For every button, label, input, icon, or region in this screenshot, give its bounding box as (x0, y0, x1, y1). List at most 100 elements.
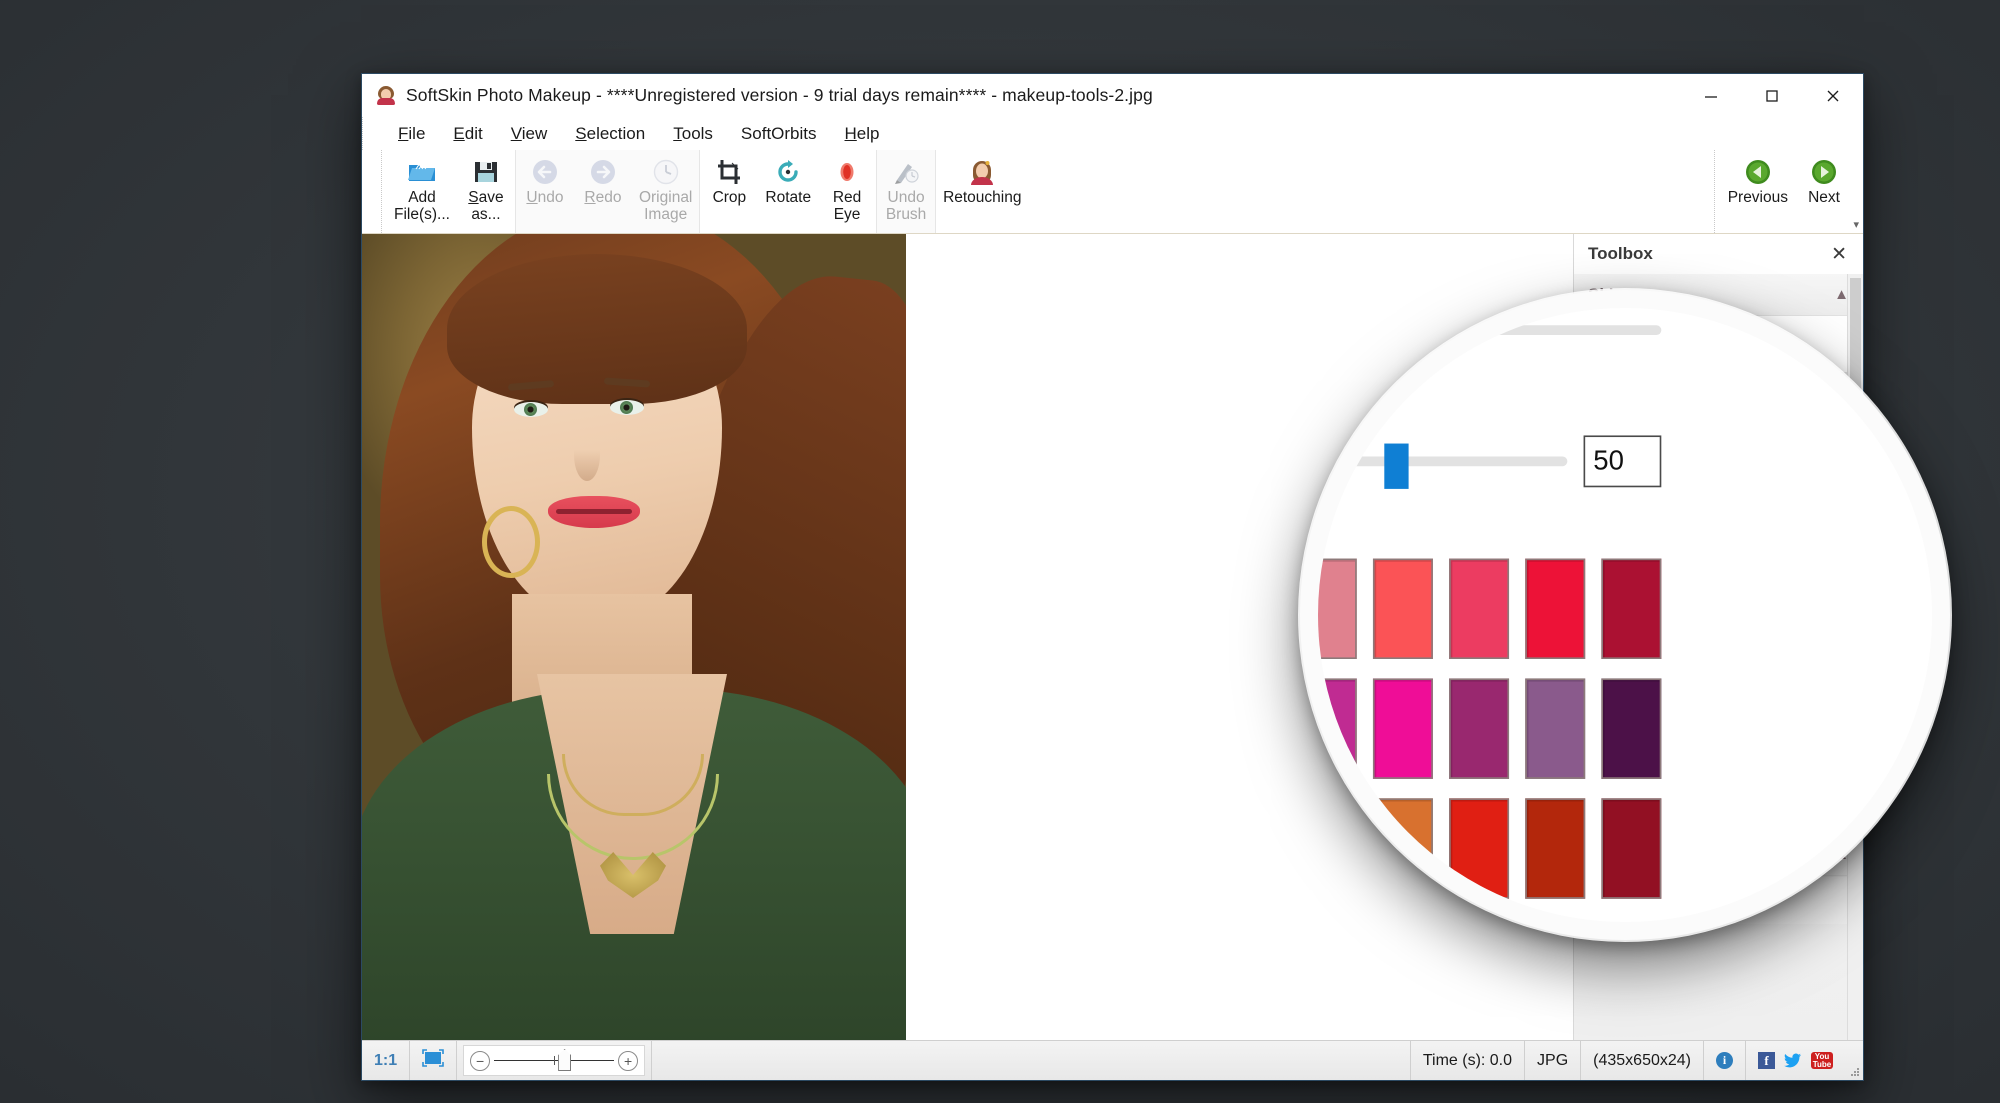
photo-preview[interactable] (362, 234, 906, 1040)
facebook-icon[interactable]: f (1758, 1052, 1775, 1069)
format-cell: JPG (1525, 1041, 1582, 1080)
crop-label: Crop (712, 189, 747, 206)
menu-item-softorbits[interactable]: SoftOrbits (727, 121, 831, 147)
twitter-icon[interactable] (1784, 1053, 1802, 1068)
undo-brush-label: Undo Brush (885, 189, 927, 223)
color-swatch[interactable] (1601, 558, 1662, 659)
lens-color-intensity-input[interactable]: 50 (1583, 435, 1662, 488)
next-label: Next (1808, 189, 1840, 206)
undo-brush-button[interactable]: Undo Brush (877, 150, 935, 233)
info-icon: i (1716, 1052, 1733, 1069)
add-files-button[interactable]: Add File(s)... (387, 150, 457, 233)
toolbar-group-retouch: Retouching (936, 150, 1028, 233)
crop-button[interactable]: Crop (700, 150, 758, 233)
red-eye-button[interactable]: Red Eye (818, 150, 876, 233)
retouching-button[interactable]: Retouching (936, 150, 1028, 233)
zoom-slider-thumb[interactable] (558, 1049, 572, 1071)
color-swatch[interactable] (1372, 798, 1433, 899)
save-as-button[interactable]: Save as... (457, 150, 515, 233)
status-spacer (652, 1041, 1411, 1080)
toolbox-header: Toolbox ✕ (1574, 234, 1863, 274)
magnifier-lens: Radius Color intensity 50 (1300, 290, 1950, 940)
lens-color-swatch-grid (1318, 558, 1662, 899)
redo-button[interactable]: Redo (574, 150, 632, 233)
color-swatch[interactable] (1372, 558, 1433, 659)
toolbox-title: Toolbox (1588, 244, 1653, 263)
original-image-label: Original Image (638, 189, 693, 223)
lens-radius-slider[interactable] (1318, 312, 1662, 348)
zoom-ratio-cell[interactable]: 1:1 (362, 1041, 411, 1080)
lens-radius-slider-row (1318, 312, 1662, 348)
close-button[interactable] (1802, 74, 1863, 117)
toolbar-group-history: Undo Redo Original Image (514, 150, 701, 233)
toolbar-overflow-chevron-down-icon[interactable]: ▾ (1853, 218, 1859, 231)
previous-button[interactable]: Previous (1721, 150, 1795, 233)
toolbar: Add File(s)... Save as... Undo Redo Orig… (362, 150, 1863, 234)
zoom-slider-track[interactable] (494, 1049, 615, 1071)
add-files-label: Add File(s)... (394, 189, 450, 223)
lens-color-intensity-label: Color intensity (1309, 393, 1385, 421)
window-title: SoftSkin Photo Makeup - ****Unregistered… (406, 84, 1153, 105)
toolbar-group-edit: Crop Rotate Red Eye (700, 150, 876, 233)
lens-color-intensity-slider-row: 50 (1318, 435, 1662, 489)
menu-item-help[interactable]: Help (831, 121, 894, 147)
color-swatch[interactable] (1601, 678, 1662, 779)
original-image-button[interactable]: Original Image (632, 150, 699, 233)
green-right-arrow-icon (1810, 155, 1838, 189)
green-left-arrow-icon (1744, 155, 1772, 189)
zoom-ratio-label: 1:1 (374, 1051, 398, 1069)
menu-item-view[interactable]: View (497, 121, 562, 147)
window-controls (1680, 74, 1863, 116)
zoom-out-button[interactable]: − (470, 1050, 491, 1071)
brush-undo-icon (892, 155, 920, 189)
menu-item-tools[interactable]: Tools (659, 121, 727, 147)
time-cell: Time (s): 0.0 (1411, 1041, 1526, 1080)
color-swatch[interactable] (1318, 558, 1357, 659)
undo-arrow-icon (531, 155, 559, 189)
clock-history-icon (652, 155, 680, 189)
color-swatch[interactable] (1525, 798, 1586, 899)
redo-arrow-icon (589, 155, 617, 189)
menu-item-selection[interactable]: Selection (561, 121, 659, 147)
app-icon (376, 85, 396, 105)
dimensions-cell: (435x650x24) (1581, 1041, 1704, 1080)
color-swatch[interactable] (1372, 678, 1433, 779)
lens-color-label: Color (1318, 510, 1661, 539)
resize-grip[interactable] (1845, 1041, 1863, 1080)
toolbar-navigation-group: Previous Next (1713, 150, 1853, 233)
color-swatch[interactable] (1449, 798, 1510, 899)
redo-label: Redo (584, 189, 622, 206)
color-swatch[interactable] (1449, 678, 1510, 779)
social-links: f You Tube (1746, 1041, 1845, 1080)
toolbar-group-brush: Undo Brush (876, 150, 937, 233)
undo-label: Undo (526, 189, 564, 206)
lens-skin-panel: Radius Color intensity 50 (1309, 308, 1684, 922)
lens-color-intensity-slider[interactable] (1318, 443, 1568, 489)
info-button[interactable]: i (1704, 1041, 1746, 1080)
color-swatch[interactable] (1525, 558, 1586, 659)
status-bar: 1:1 − + Time (s): 0.0 JPG (435x650x24) i… (362, 1040, 1863, 1080)
menu-item-file[interactable]: File (384, 121, 439, 147)
rotate-button[interactable]: Rotate (758, 150, 818, 233)
zoom-in-button[interactable]: + (618, 1050, 639, 1071)
open-folder-icon (407, 155, 437, 189)
toolbox-close-icon[interactable]: ✕ (1825, 242, 1853, 267)
undo-button[interactable]: Undo (516, 150, 574, 233)
maximize-button[interactable] (1741, 74, 1802, 117)
title-bar: SoftSkin Photo Makeup - ****Unregistered… (362, 74, 1863, 117)
next-button[interactable]: Next (1795, 150, 1853, 233)
menu-label-file: ile (408, 123, 426, 143)
retouching-label: Retouching (943, 189, 1022, 206)
color-swatch[interactable] (1525, 678, 1586, 779)
youtube-icon[interactable]: You Tube (1811, 1052, 1833, 1069)
red-eye-label: Red Eye (832, 189, 862, 223)
zoom-slider[interactable]: − + (463, 1045, 646, 1076)
color-swatch[interactable] (1449, 558, 1510, 659)
previous-label: Previous (1727, 189, 1788, 206)
rotate-label: Rotate (765, 189, 812, 206)
rotate-cw-icon (774, 155, 802, 189)
menu-item-edit[interactable]: Edit (439, 121, 496, 147)
fit-to-window-button[interactable] (410, 1041, 458, 1080)
color-swatch[interactable] (1601, 798, 1662, 899)
minimize-button[interactable] (1680, 74, 1741, 117)
